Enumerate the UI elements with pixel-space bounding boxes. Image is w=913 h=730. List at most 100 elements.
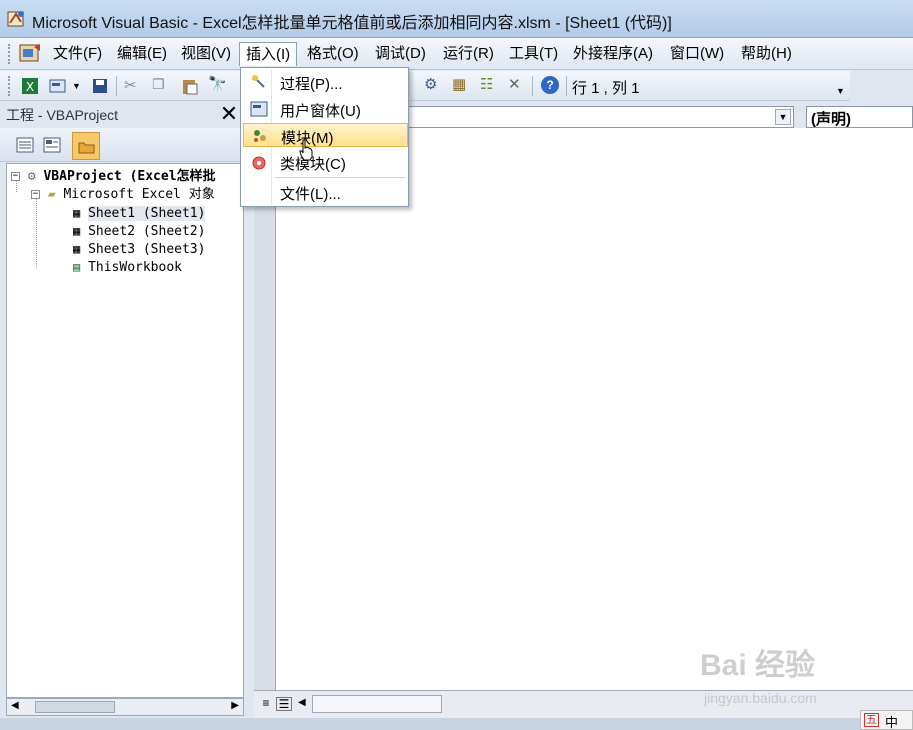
insert-menu-dropdown: 过程(P)... 用户窗体(U) 模块(M) 类模块(C) 文件(L)... <box>240 67 409 207</box>
ime-icon: 五 <box>864 713 879 727</box>
code-editor[interactable] <box>276 128 913 690</box>
menu-view[interactable]: 视图(V) <box>175 42 237 66</box>
project-icon: ⚙ <box>27 169 36 184</box>
menu-help[interactable]: 帮助(H) <box>735 42 798 66</box>
toolbar-separator <box>116 76 117 96</box>
excel-view-icon[interactable] <box>18 43 42 65</box>
menu-item-userform[interactable]: 用户窗体(U) <box>243 97 408 121</box>
menu-separator <box>275 177 405 178</box>
insert-userform-icon[interactable] <box>48 76 68 96</box>
menu-item-module[interactable]: 模块(M) <box>243 123 408 147</box>
menu-grip[interactable] <box>8 44 11 64</box>
menu-run[interactable]: 运行(R) <box>437 42 500 66</box>
excel-icon[interactable]: X <box>20 76 40 96</box>
tree-node-sheet2[interactable]: ▦ Sheet2 (Sheet2) <box>73 222 205 240</box>
copy-icon[interactable]: ❐ <box>152 76 165 93</box>
procedure-view-icon[interactable]: ≡ <box>258 697 274 711</box>
scroll-right-icon[interactable]: ▶ <box>231 700 239 711</box>
toolbar-options-icon[interactable]: ▼ <box>836 86 845 96</box>
properties-icon[interactable]: ☷ <box>480 75 493 93</box>
sheet-icon: ▦ <box>73 206 81 220</box>
view-object-icon[interactable] <box>43 137 61 153</box>
cursor-position: 行 1 , 列 1 <box>572 80 640 97</box>
menu-edit[interactable]: 编辑(E) <box>111 42 173 66</box>
scroll-left-icon[interactable]: ◀ <box>11 700 19 711</box>
find-icon[interactable]: 🔭 <box>208 75 227 93</box>
workbook-icon: ▤ <box>73 260 81 274</box>
class-module-icon <box>252 156 266 170</box>
view-code-icon[interactable] <box>16 137 34 153</box>
cut-icon[interactable]: ✂ <box>124 76 137 94</box>
tree-line <box>16 180 17 192</box>
full-module-view-icon[interactable]: ☰ <box>276 697 292 711</box>
ime-label: 中 <box>885 715 899 730</box>
close-pane-button[interactable]: ✕ <box>218 103 240 127</box>
excel-objects-label: Microsoft Excel 对象 <box>63 187 215 202</box>
status-strip <box>0 718 860 730</box>
menu-format[interactable]: 格式(O) <box>301 42 365 66</box>
toolbar-grip[interactable] <box>8 76 11 96</box>
sheet-icon: ▦ <box>73 224 81 238</box>
module-icon <box>254 130 266 142</box>
tree-node-thisworkbook[interactable]: ▤ ThisWorkbook <box>73 258 182 276</box>
project-label: VBAProject (Excel怎样批 <box>43 169 216 184</box>
help-icon[interactable]: ? <box>541 76 559 94</box>
svg-text:X: X <box>26 80 34 94</box>
tree-line <box>36 198 37 268</box>
design-mode-icon[interactable]: ⚙ <box>424 75 437 93</box>
ime-indicator[interactable]: 五 中 <box>860 710 913 730</box>
baidu-watermark: Bai 经验 <box>700 649 816 682</box>
sheet3-label: Sheet3 (Sheet3) <box>88 242 206 257</box>
pane-splitter[interactable] <box>244 128 254 718</box>
chevron-down-icon[interactable]: ▼ <box>72 81 81 91</box>
userform-icon <box>250 101 268 117</box>
procedure-combo-value: (声明) <box>811 111 851 128</box>
code-hscroll-thumb[interactable] <box>312 695 442 713</box>
project-tree: − ⚙ VBAProject (Excel怎样批 − ▰ Microsoft E… <box>6 163 244 698</box>
save-icon[interactable] <box>90 76 110 96</box>
menu-debug[interactable]: 调试(D) <box>369 42 432 66</box>
scroll-left-icon[interactable]: ◀ <box>298 697 306 708</box>
project-pane-header: 工程 - VBAProject <box>0 101 244 127</box>
thisworkbook-label: ThisWorkbook <box>88 260 182 275</box>
folder-icon <box>78 142 95 154</box>
menu-insert[interactable]: 插入(I) <box>239 42 298 66</box>
title-bar: Microsoft Visual Basic - Excel怎样批量单元格值前或… <box>0 0 913 38</box>
menu-tools[interactable]: 工具(T) <box>503 42 564 66</box>
code-margin <box>254 128 276 690</box>
standard-toolbar: X ▼ ✂ ❐ 🔭 <box>0 71 240 101</box>
tree-node-sheet1[interactable]: ▦ Sheet1 (Sheet1) <box>73 204 206 222</box>
toolbox-icon[interactable]: ✕ <box>508 75 521 93</box>
toggle-folders-button[interactable] <box>72 132 100 160</box>
menu-item-file[interactable]: 文件(L)... <box>243 180 408 204</box>
project-pane-toolbar <box>0 128 244 162</box>
scroll-thumb[interactable] <box>35 701 115 713</box>
sheet-icon: ▦ <box>73 242 81 256</box>
toolbar-separator-2 <box>532 76 533 96</box>
tree-node-sheet3[interactable]: ▦ Sheet3 (Sheet3) <box>73 240 205 258</box>
menu-window[interactable]: 窗口(W) <box>664 42 730 66</box>
project-pane-title: 工程 - VBAProject <box>6 107 119 123</box>
chevron-down-icon[interactable]: ▼ <box>775 109 791 125</box>
project-explorer-icon[interactable]: ▦ <box>452 75 466 93</box>
paste-icon[interactable] <box>180 76 200 96</box>
tree-node-excel-objects[interactable]: − ▰ Microsoft Excel 对象 <box>31 186 215 204</box>
sheet2-label: Sheet2 (Sheet2) <box>88 224 206 239</box>
menu-item-class-module[interactable]: 类模块(C) <box>243 150 408 174</box>
tree-node-vbaproject[interactable]: − ⚙ VBAProject (Excel怎样批 <box>11 168 216 186</box>
menu-item-label: 过程(P)... <box>280 76 343 93</box>
object-combo[interactable]: ▼ <box>408 106 794 128</box>
menu-item-procedure[interactable]: 过程(P)... <box>243 70 408 94</box>
procedure-combo[interactable]: (声明) <box>806 106 913 128</box>
menu-addins[interactable]: 外接程序(A) <box>567 42 659 66</box>
menu-file[interactable]: 文件(F) <box>47 42 108 66</box>
procedure-icon <box>252 75 265 88</box>
sheet1-label: Sheet1 (Sheet1) <box>88 206 206 221</box>
window-title: Microsoft Visual Basic - Excel怎样批量单元格值前或… <box>32 15 672 32</box>
vba-app-icon <box>7 11 24 27</box>
menu-bar: 文件(F) 编辑(E) 视图(V) 插入(I) 格式(O) 调试(D) 运行(R… <box>0 38 913 70</box>
folder-open-icon: ▰ <box>47 187 56 202</box>
toolbar-separator-3 <box>566 76 567 96</box>
tree-horizontal-scrollbar[interactable]: ◀ ▶ <box>6 698 244 716</box>
baidu-watermark-url: jingyan.baidu.com <box>704 690 817 706</box>
